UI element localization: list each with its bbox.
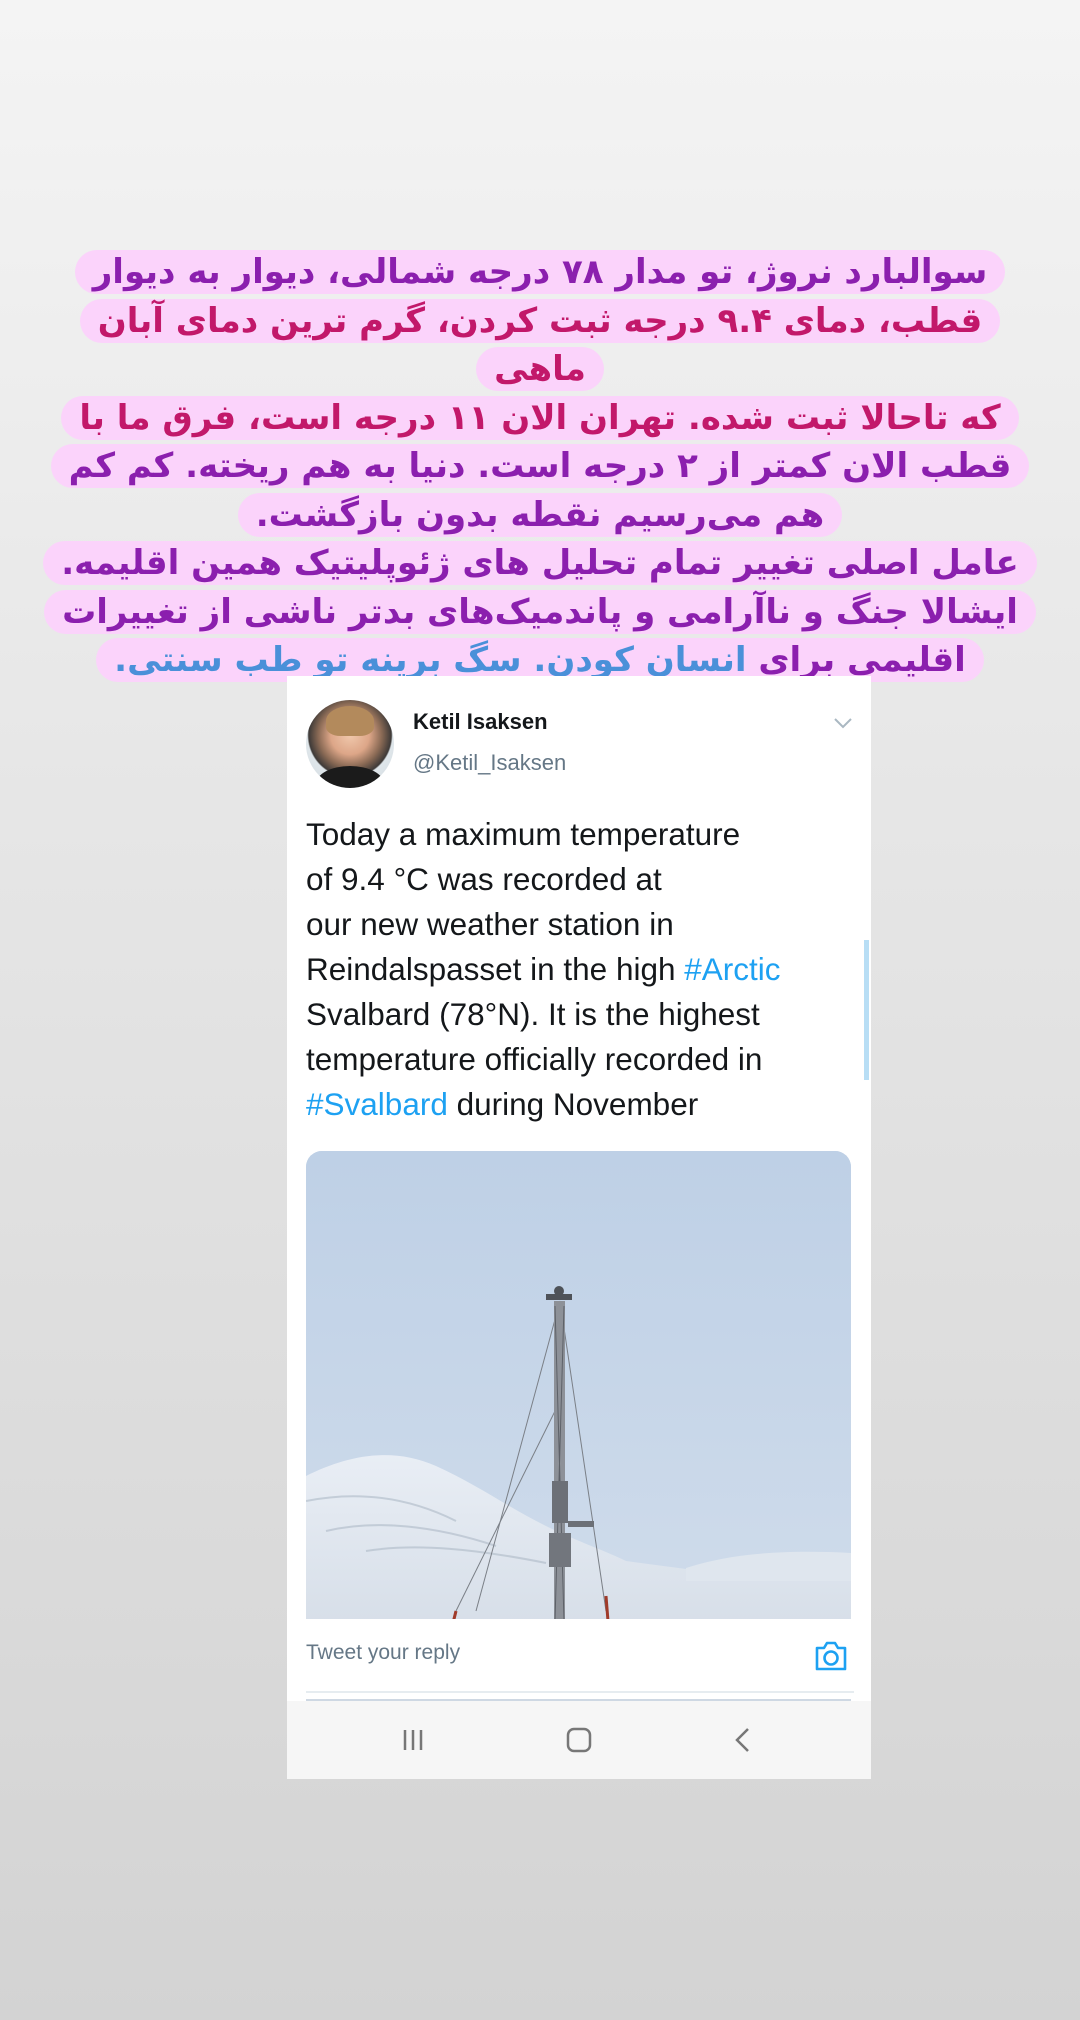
tweet-line: Svalbard (78°N). It is the highest — [306, 996, 760, 1032]
tweet-line: Today a maximum temperature — [306, 816, 741, 852]
android-nav-bar — [287, 1701, 871, 1779]
caption-line-8-part-c: سگ برینه تو طب سنتی. — [114, 640, 522, 680]
reply-bar — [287, 1619, 871, 1699]
tweet-line: Reindalspasset in the high #Arctic — [306, 947, 856, 992]
caption-line-5: هم می‌رسیم نقطه بدون بازگشت. — [40, 491, 1040, 540]
camera-icon[interactable] — [813, 1639, 849, 1673]
caption-line-1: سوالبارد نروژ، تو مدار ۷۸ درجه شمالی، دی… — [40, 248, 1040, 297]
caption-line-2: قطب، دمای ۹.۴ درجه ثبت کردن، گرم ترین دم… — [40, 297, 1040, 394]
scrollbar[interactable] — [864, 940, 869, 1080]
home-icon[interactable] — [559, 1720, 599, 1760]
author-handle[interactable]: @Ketil_Isaksen — [413, 750, 566, 776]
caption-line-8-part-a: اقلیمی برای — [758, 640, 966, 680]
tweet-line: of 9.4 °C was recorded at — [306, 861, 662, 897]
tweet-line: #Svalbard during November — [306, 1082, 856, 1127]
tweet-line: our new weather station in — [306, 906, 674, 942]
hashtag-arctic[interactable]: #Arctic — [684, 951, 780, 987]
hashtag-svalbard[interactable]: #Svalbard — [306, 1086, 448, 1122]
tweet-screenshot: Ketil Isaksen @Ketil_Isaksen Today a max… — [287, 676, 871, 1779]
caption-line-7: ایشالا جنگ و ناآرامی و پاندمیک‌های بدتر … — [40, 588, 1040, 637]
author-name[interactable]: Ketil Isaksen — [413, 709, 548, 735]
divider — [306, 1691, 854, 1693]
caption-line-4: قطب الان کمتر از ۲ درجه است. دنیا به هم … — [40, 442, 1040, 491]
back-icon[interactable] — [723, 1720, 763, 1760]
avatar[interactable] — [306, 700, 394, 788]
tweet-line-text: during November — [447, 1086, 699, 1122]
tweet-text: Today a maximum temperature of 9.4 °C wa… — [306, 812, 856, 1127]
tweet-line: temperature officially recorded in — [306, 1041, 763, 1077]
caption-line-3: که تاحالا ثبت شده. تهران الان ۱۱ درجه اس… — [40, 394, 1040, 443]
recent-apps-icon[interactable] — [393, 1720, 433, 1760]
reply-input[interactable] — [306, 1641, 746, 1665]
chevron-down-icon[interactable] — [832, 712, 854, 734]
caption-line-8-part-b: انسان کودن. — [533, 640, 747, 680]
tweet-line-text: Reindalspasset in the high — [306, 951, 685, 987]
caption-line-6: عامل اصلی تغییر تمام تحلیل های ژئوپلیتیک… — [40, 539, 1040, 588]
story-caption: سوالبارد نروژ، تو مدار ۷۸ درجه شمالی، دی… — [40, 248, 1040, 685]
